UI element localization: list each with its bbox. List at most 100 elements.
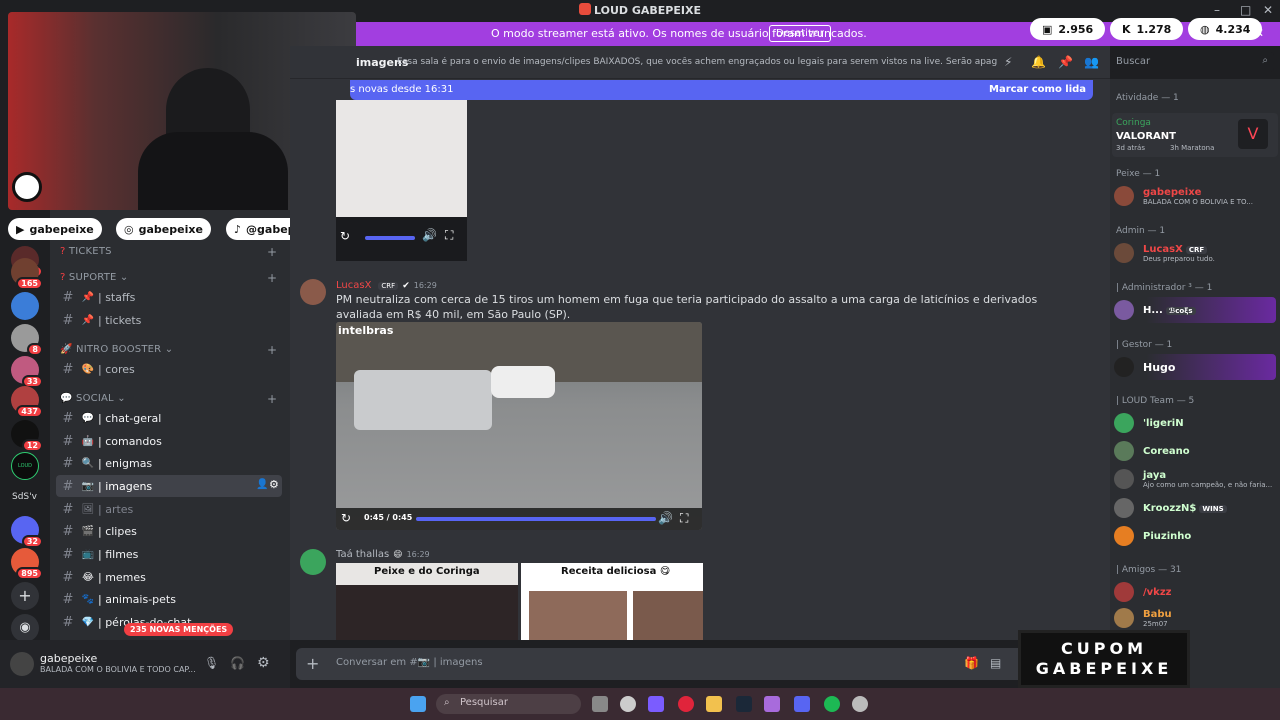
- video-attachment[interactable]: intelbras ↻ 0:45 / 0:45 🔊 ⛶: [336, 322, 702, 530]
- member-item[interactable]: H... ℬcoξs: [1114, 297, 1276, 323]
- search-input[interactable]: Buscar ⌕: [1110, 52, 1274, 72]
- server-icon[interactable]: 895: [11, 548, 43, 580]
- channel-clipes[interactable]: # 🎬 | clipes: [56, 520, 282, 542]
- add-server-icon[interactable]: +: [11, 582, 39, 610]
- spotify-icon[interactable]: [824, 696, 840, 712]
- gif-icon[interactable]: ▤: [990, 656, 1001, 670]
- channel-artes[interactable]: # 🖼 | artes: [56, 498, 282, 520]
- app-icon[interactable]: [764, 696, 780, 712]
- image-tile[interactable]: Receita deliciosa 😋: [521, 563, 703, 640]
- message-composer[interactable]: + Conversar em #📷 | imagens 🎁 ▤: [296, 648, 1094, 680]
- activity-card[interactable]: Coringa VALORANT 3d atrás 3h Maratona V: [1112, 113, 1278, 157]
- laugh-icon: 😂: [82, 571, 94, 583]
- author-name[interactable]: Taá thallas: [336, 549, 389, 560]
- category-tickets[interactable]: ? TICKETS +: [60, 245, 277, 259]
- replay-icon[interactable]: ↻: [341, 511, 351, 525]
- channel-comandos[interactable]: # 🤖 | comandos: [56, 430, 282, 452]
- server-icon[interactable]: 12: [11, 420, 43, 452]
- close-window-button[interactable]: ✕: [1263, 3, 1273, 17]
- server-icon[interactable]: [11, 292, 39, 320]
- avatar[interactable]: [300, 549, 326, 575]
- previous-media[interactable]: [336, 100, 467, 217]
- avatar[interactable]: [10, 652, 34, 676]
- member-item[interactable]: Babu 25m07: [1114, 605, 1276, 631]
- member-item[interactable]: KroozzN$ WINS: [1114, 495, 1276, 521]
- folder-icon[interactable]: [706, 696, 722, 712]
- mark-read-button[interactable]: Marcar como lida: [989, 84, 1086, 95]
- steam-icon[interactable]: [736, 696, 752, 712]
- group-header: | Gestor — 1: [1116, 340, 1173, 350]
- channel-staffs[interactable]: # 📌 | staffs: [56, 286, 282, 308]
- server-icon[interactable]: 33: [11, 356, 43, 388]
- new-mentions-pill[interactable]: 235 NOVAS MENÇÕES: [124, 623, 234, 636]
- gift-icon[interactable]: 🎁: [964, 656, 979, 670]
- server-icon[interactable]: 165: [11, 258, 43, 290]
- windows-start-icon[interactable]: [410, 696, 426, 712]
- volume-icon[interactable]: 🔊: [658, 511, 673, 525]
- member-item[interactable]: gabepeixe BALADA COM O BOLIVIA E TO...: [1114, 183, 1276, 209]
- pin-icon[interactable]: 📌: [1058, 55, 1073, 69]
- discord-icon[interactable]: [794, 696, 810, 712]
- headphones-icon[interactable]: 🎧: [230, 656, 245, 670]
- add-channel-icon[interactable]: +: [267, 392, 277, 406]
- fullscreen-icon[interactable]: ⛶: [680, 511, 688, 526]
- threads-icon[interactable]: ⚡: [1004, 55, 1012, 69]
- author-name[interactable]: LucasX: [336, 280, 371, 291]
- explore-icon[interactable]: ◉: [11, 614, 39, 642]
- add-attachment-icon[interactable]: +: [306, 654, 319, 673]
- channel-chat-geral[interactable]: # 💬 | chat-geral: [56, 407, 282, 429]
- channel-tickets[interactable]: # 📌 | tickets: [56, 309, 282, 331]
- category-suporte[interactable]: ? SUPORTE ⌄ +: [60, 271, 277, 285]
- channel-memes[interactable]: # 😂 | memes: [56, 566, 282, 588]
- progress-bar[interactable]: [365, 236, 415, 240]
- category-nitro[interactable]: 🚀 NITRO BOOSTER ⌄ +: [60, 343, 277, 357]
- taskbar-search[interactable]: ⌕ Pesquisar: [436, 694, 581, 714]
- member-name: Hugo: [1143, 360, 1176, 374]
- channel-imagens[interactable]: # 📷 | imagens 👤 ⚙: [56, 475, 282, 497]
- category-social[interactable]: 💬 SOCIAL ⌄ +: [60, 392, 277, 406]
- bell-icon[interactable]: 🔔: [1031, 55, 1046, 69]
- channel-animais-pets[interactable]: # 🐾 | animais-pets: [56, 588, 282, 610]
- channel-cores[interactable]: # 🎨 | cores: [56, 358, 282, 380]
- add-channel-icon[interactable]: +: [267, 343, 277, 357]
- volume-icon[interactable]: 🔊: [422, 228, 437, 242]
- channel-enigmas[interactable]: # 🔍 | enigmas: [56, 452, 282, 474]
- channel-filmes[interactable]: # 📺 | filmes: [56, 543, 282, 565]
- member-item[interactable]: LucasX CRF Deus preparou tudo.: [1114, 240, 1276, 266]
- maximize-button[interactable]: □: [1240, 3, 1251, 17]
- channel-topic[interactable]: Essa sala é para o envio de imagens/clip…: [397, 57, 997, 67]
- microphone-icon[interactable]: 🎙: [204, 656, 219, 670]
- settings-gear-icon[interactable]: ⚙: [257, 655, 270, 671]
- server-icon-loud[interactable]: LOUD: [11, 452, 39, 480]
- member-item[interactable]: Hugo: [1114, 354, 1276, 380]
- server-label[interactable]: SdS'v: [12, 492, 37, 502]
- opera-icon[interactable]: [678, 696, 694, 712]
- new-messages-bar[interactable]: s novas desde 16:31 Marcar como lida: [350, 80, 1093, 100]
- member-item[interactable]: jaya Ajo como um campeão, e não faria...: [1114, 466, 1276, 492]
- server-icon[interactable]: 32: [11, 516, 43, 548]
- fullscreen-icon[interactable]: ⛶: [445, 228, 453, 243]
- add-channel-icon[interactable]: +: [267, 245, 277, 259]
- member-item[interactable]: /vkzz: [1114, 579, 1276, 605]
- member-item[interactable]: 'ligeriN: [1114, 410, 1276, 436]
- server-icon[interactable]: 8: [11, 324, 43, 356]
- add-channel-icon[interactable]: +: [267, 271, 277, 285]
- minimize-button[interactable]: –: [1214, 3, 1220, 17]
- copilot-icon[interactable]: [648, 696, 664, 712]
- members-icon[interactable]: 👥: [1084, 55, 1099, 69]
- add-member-icon[interactable]: 👤: [256, 479, 268, 490]
- server-icon[interactable]: 437: [11, 386, 43, 418]
- member-item[interactable]: Coreano: [1114, 438, 1276, 464]
- member-name: KroozzN$ WINS: [1143, 503, 1227, 514]
- progress-bar[interactable]: [416, 517, 656, 521]
- replay-icon[interactable]: ↻: [340, 229, 350, 243]
- channel-label: | animais-pets: [98, 592, 176, 606]
- avatar[interactable]: [300, 279, 326, 305]
- disable-streamer-button[interactable]: Desativar: [769, 25, 832, 42]
- app-icon[interactable]: [620, 696, 636, 712]
- member-item[interactable]: Piuzinho: [1114, 523, 1276, 549]
- image-tile[interactable]: Peixe e do Coringa: [336, 563, 518, 640]
- task-view-icon[interactable]: [592, 696, 608, 712]
- gear-icon[interactable]: ⚙: [269, 478, 279, 491]
- obs-icon[interactable]: [852, 696, 868, 712]
